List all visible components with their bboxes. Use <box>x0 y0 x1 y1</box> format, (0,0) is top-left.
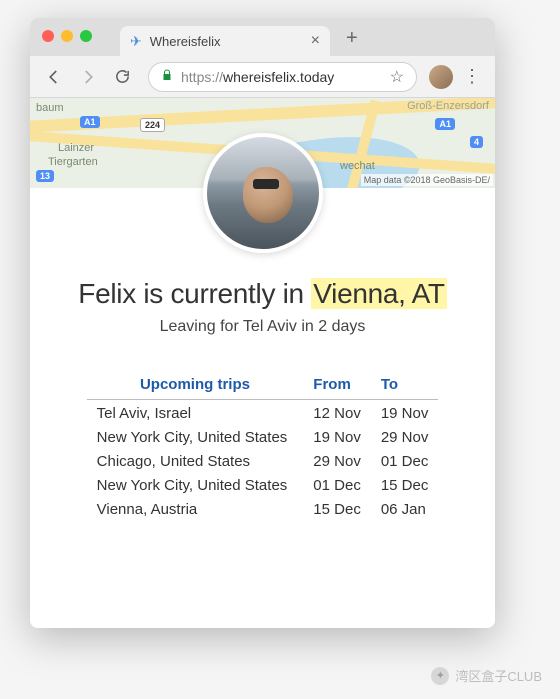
wechat-icon: ✦ <box>431 667 449 685</box>
url-scheme: https:// <box>181 69 223 85</box>
map-route-badge: A1 <box>80 116 100 128</box>
trip-from: 01 Dec <box>303 472 371 496</box>
subline: Leaving for Tel Aviv in 2 days <box>30 318 495 336</box>
trip-to: 19 Nov <box>371 400 439 425</box>
url-host: whereisfelix.today <box>223 69 334 85</box>
overflow-menu-button[interactable]: ⋮ <box>459 66 485 87</box>
table-row: New York City, United States01 Dec15 Dec <box>87 472 439 496</box>
trip-destination: New York City, United States <box>87 472 304 496</box>
reload-icon <box>114 68 131 85</box>
table-row: New York City, United States19 Nov29 Nov <box>87 424 439 448</box>
lock-icon <box>161 68 173 85</box>
reload-button[interactable] <box>108 63 136 91</box>
tab-title: Whereisfelix <box>150 34 221 49</box>
trip-to: 29 Nov <box>371 424 439 448</box>
trip-destination: New York City, United States <box>87 424 304 448</box>
col-upcoming-trips: Upcoming trips <box>87 370 304 400</box>
table-header-row: Upcoming trips From To <box>87 370 439 400</box>
map-route-badge: 13 <box>36 170 54 182</box>
map-label: baum <box>36 102 64 114</box>
address-bar[interactable]: https://whereisfelix.today ☆ <box>148 62 417 92</box>
headline: Felix is currently in Vienna, AT <box>30 278 495 310</box>
window-close-button[interactable] <box>42 30 54 42</box>
map-label: Tiergarten <box>48 156 98 168</box>
page-content: baum Lainzer Tiergarten Groß-Enzersdorf … <box>30 98 495 628</box>
trip-from: 19 Nov <box>303 424 371 448</box>
url-text: https://whereisfelix.today <box>181 69 334 85</box>
map-route-badge: A1 <box>435 118 455 130</box>
traffic-lights <box>42 30 92 42</box>
browser-window: ✈ Whereisfelix × + https://whereisfelix.… <box>30 18 495 628</box>
titlebar: ✈ Whereisfelix × + <box>30 18 495 56</box>
trip-from: 15 Dec <box>303 496 371 520</box>
profile-avatar-button[interactable] <box>429 65 453 89</box>
headline-prefix: Felix is currently in <box>78 278 311 309</box>
arrow-left-icon <box>45 68 63 86</box>
col-to: To <box>371 370 439 400</box>
profile-photo <box>203 133 323 253</box>
tab-favicon-plane-icon: ✈ <box>130 33 142 50</box>
map-route-badge: 224 <box>140 118 165 132</box>
map-route-badge: 4 <box>470 136 483 148</box>
window-zoom-button[interactable] <box>80 30 92 42</box>
headline-location: Vienna, AT <box>311 278 446 309</box>
trip-from: 29 Nov <box>303 448 371 472</box>
trip-destination: Chicago, United States <box>87 448 304 472</box>
map-attribution: Map data ©2018 GeoBasis-DE/ <box>361 174 493 186</box>
bookmark-star-icon[interactable]: ☆ <box>390 67 404 87</box>
watermark: ✦ 湾区盒子CLUB <box>431 666 542 685</box>
table-row: Vienna, Austria15 Dec06 Jan <box>87 496 439 520</box>
new-tab-button[interactable]: + <box>346 27 358 50</box>
table-row: Tel Aviv, Israel12 Nov19 Nov <box>87 400 439 425</box>
arrow-right-icon <box>79 68 97 86</box>
trip-to: 06 Jan <box>371 496 439 520</box>
map-label: wechat <box>340 160 375 172</box>
browser-tab[interactable]: ✈ Whereisfelix × <box>120 26 330 56</box>
toolbar: https://whereisfelix.today ☆ ⋮ <box>30 56 495 98</box>
col-from: From <box>303 370 371 400</box>
back-button[interactable] <box>40 63 68 91</box>
trip-destination: Tel Aviv, Israel <box>87 400 304 425</box>
forward-button[interactable] <box>74 63 102 91</box>
trip-to: 01 Dec <box>371 448 439 472</box>
watermark-text: 湾区盒子CLUB <box>455 666 542 685</box>
map-label: Groß-Enzersdorf <box>407 100 489 112</box>
window-minimize-button[interactable] <box>61 30 73 42</box>
trip-destination: Vienna, Austria <box>87 496 304 520</box>
trip-from: 12 Nov <box>303 400 371 425</box>
trips-table: Upcoming trips From To Tel Aviv, Israel1… <box>87 370 439 520</box>
trip-to: 15 Dec <box>371 472 439 496</box>
table-row: Chicago, United States29 Nov01 Dec <box>87 448 439 472</box>
tab-close-icon[interactable]: × <box>311 32 320 50</box>
map-label: Lainzer <box>58 142 94 154</box>
